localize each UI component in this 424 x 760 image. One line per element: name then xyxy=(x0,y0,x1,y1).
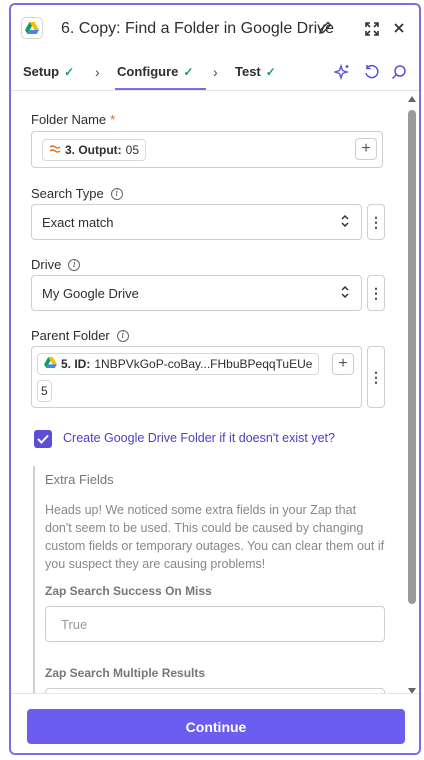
pencil-edit-icon[interactable] xyxy=(318,21,332,38)
multiple-results-label: Zap Search Multiple Results xyxy=(45,666,206,680)
scrollbar[interactable] xyxy=(408,96,416,693)
extra-fields-section: Extra Fields Heads up! We noticed some e… xyxy=(33,466,385,693)
step-form: Folder Name * 3. Output: 05 + Search Typ… xyxy=(11,92,419,693)
search-type-more-button[interactable]: ⋮ xyxy=(367,204,385,240)
input-placeholder: True xyxy=(61,617,88,632)
refresh-icon[interactable] xyxy=(363,64,379,83)
expand-icon[interactable] xyxy=(364,21,380,40)
mapped-value-pill[interactable]: 3. Output: 05 xyxy=(42,139,147,161)
chevron-right-icon: › xyxy=(95,64,100,80)
google-drive-icon xyxy=(21,17,43,39)
pill-step: 3. Output: xyxy=(65,143,122,157)
pill-value: 1NBPVkGoP-coBay...FHbuBPeqqTuEUe xyxy=(94,357,313,371)
folder-name-label: Folder Name * xyxy=(31,112,115,127)
parent-folder-field[interactable]: 5. ID: 1NBPVkGoP-coBay...FHbuBPeqqTuEUe … xyxy=(31,346,362,408)
parent-folder-more-button[interactable]: ⋮ xyxy=(367,346,385,408)
drive-label: Drive i xyxy=(31,257,81,272)
success-on-miss-input[interactable]: True xyxy=(45,606,385,642)
insert-data-button[interactable]: + xyxy=(332,353,354,375)
active-tab-indicator xyxy=(115,88,206,90)
search-type-select[interactable]: Exact match xyxy=(31,204,362,240)
required-marker: * xyxy=(110,112,116,127)
ai-sparkle-icon[interactable] xyxy=(332,63,350,83)
info-icon[interactable]: i xyxy=(110,187,123,200)
mapped-value-pill-overflow: 5 xyxy=(37,380,52,402)
label-text: Parent Folder xyxy=(31,328,110,343)
select-arrows-icon xyxy=(340,214,350,231)
drive-more-button[interactable]: ⋮ xyxy=(367,275,385,311)
tab-label: Setup xyxy=(23,64,60,79)
success-on-miss-label: Zap Search Success On Miss xyxy=(45,584,212,598)
tab-setup[interactable]: Setup ✓ xyxy=(23,64,74,79)
step-tabs: Setup ✓ › Configure ✓ › Test ✓ xyxy=(11,53,419,91)
panel-footer: Continue xyxy=(11,693,419,753)
pill-step: 5. ID: xyxy=(61,357,91,371)
tab-label: Configure xyxy=(117,64,179,79)
label-text: Search Type xyxy=(31,186,104,201)
tab-label: Test xyxy=(235,64,261,79)
google-drive-icon xyxy=(44,357,57,371)
check-icon: ✓ xyxy=(265,64,276,79)
pill-value: 05 xyxy=(125,143,140,157)
tab-test[interactable]: Test ✓ xyxy=(235,64,276,79)
parent-folder-label: Parent Folder i xyxy=(31,328,129,343)
pill-value: 5 xyxy=(41,384,48,398)
scroll-up-arrow-icon[interactable] xyxy=(408,96,416,102)
create-folder-checkbox[interactable] xyxy=(34,430,52,448)
chevron-right-icon: › xyxy=(213,64,218,80)
mapped-value-pill[interactable]: 5. ID: 1NBPVkGoP-coBay...FHbuBPeqqTuEUe xyxy=(37,353,320,375)
formatter-icon xyxy=(49,143,61,157)
scrollbar-thumb[interactable] xyxy=(408,110,416,604)
select-value: My Google Drive xyxy=(42,286,139,301)
check-icon: ✓ xyxy=(183,64,194,79)
extra-fields-notice: Heads up! We noticed some extra fields i… xyxy=(45,503,385,571)
step-editor-panel: 6. Copy: Find a Folder in Google Drive S… xyxy=(9,3,421,755)
search-icon[interactable] xyxy=(391,64,407,83)
select-value: Exact match xyxy=(42,215,114,230)
extra-fields-title: Extra Fields xyxy=(45,472,114,487)
create-folder-label[interactable]: Create Google Drive Folder if it doesn't… xyxy=(63,431,335,445)
drive-select[interactable]: My Google Drive xyxy=(31,275,362,311)
info-icon[interactable]: i xyxy=(68,258,81,271)
select-arrows-icon xyxy=(340,285,350,302)
panel-header: 6. Copy: Find a Folder in Google Drive xyxy=(11,5,419,53)
step-title: 6. Copy: Find a Folder in Google Drive xyxy=(61,20,335,37)
search-type-label: Search Type i xyxy=(31,186,123,201)
folder-name-field[interactable]: 3. Output: 05 + xyxy=(31,131,383,168)
insert-data-button[interactable]: + xyxy=(355,138,377,160)
label-text: Folder Name xyxy=(31,112,107,127)
check-icon: ✓ xyxy=(64,64,75,79)
tab-configure[interactable]: Configure ✓ xyxy=(117,64,193,79)
label-text: Drive xyxy=(31,257,62,272)
info-icon[interactable]: i xyxy=(116,329,129,342)
continue-button[interactable]: Continue xyxy=(27,709,405,744)
close-icon[interactable] xyxy=(392,21,406,38)
